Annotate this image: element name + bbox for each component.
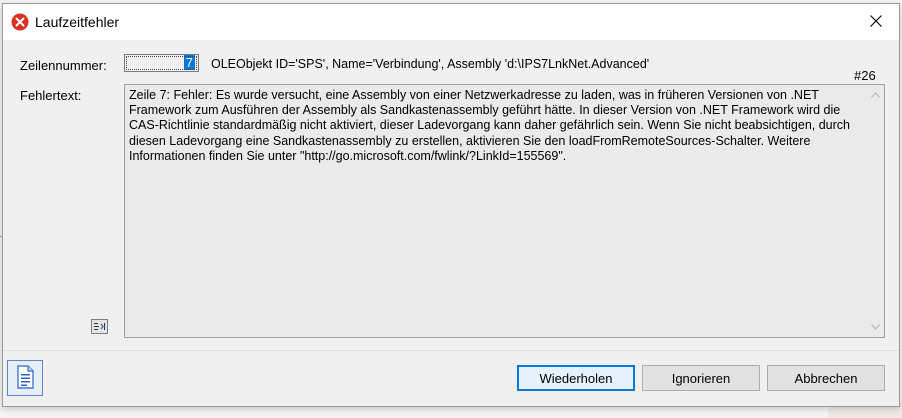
vertical-scrollbar[interactable] bbox=[866, 85, 884, 337]
scroll-up-arrow-icon[interactable] bbox=[869, 89, 881, 101]
title-bar: Laufzeitfehler bbox=[3, 4, 899, 40]
error-text-box[interactable]: Zeile 7: Fehler: Es wurde versucht, eine… bbox=[124, 84, 885, 338]
dialog-title: Laufzeitfehler bbox=[35, 14, 120, 30]
document-icon bbox=[13, 364, 37, 393]
error-counter: #26 bbox=[854, 68, 876, 83]
text-wrap-icon[interactable] bbox=[91, 319, 108, 334]
line-number-label: Zeilennummer: bbox=[20, 58, 107, 73]
close-icon bbox=[870, 14, 882, 30]
runtime-error-dialog: Laufzeitfehler Zeilennummer: 7 OLEObjekt… bbox=[2, 3, 900, 407]
retry-button[interactable]: Wiederholen bbox=[517, 365, 635, 391]
object-info: OLEObjekt ID='SPS', Name='Verbindung', A… bbox=[211, 57, 650, 71]
error-icon bbox=[11, 13, 29, 31]
scroll-down-arrow-icon[interactable] bbox=[869, 321, 881, 333]
line-number-field[interactable]: 7 bbox=[124, 54, 199, 72]
error-text-label: Fehlertext: bbox=[20, 88, 82, 103]
line-number-value: 7 bbox=[183, 55, 195, 70]
cancel-button[interactable]: Abbrechen bbox=[767, 365, 885, 391]
close-button[interactable] bbox=[853, 4, 899, 40]
document-button[interactable] bbox=[7, 360, 43, 396]
footer-separator bbox=[3, 350, 899, 351]
error-message: Zeile 7: Fehler: Es wurde versucht, eine… bbox=[129, 88, 851, 163]
ignore-button[interactable]: Ignorieren bbox=[642, 365, 760, 391]
